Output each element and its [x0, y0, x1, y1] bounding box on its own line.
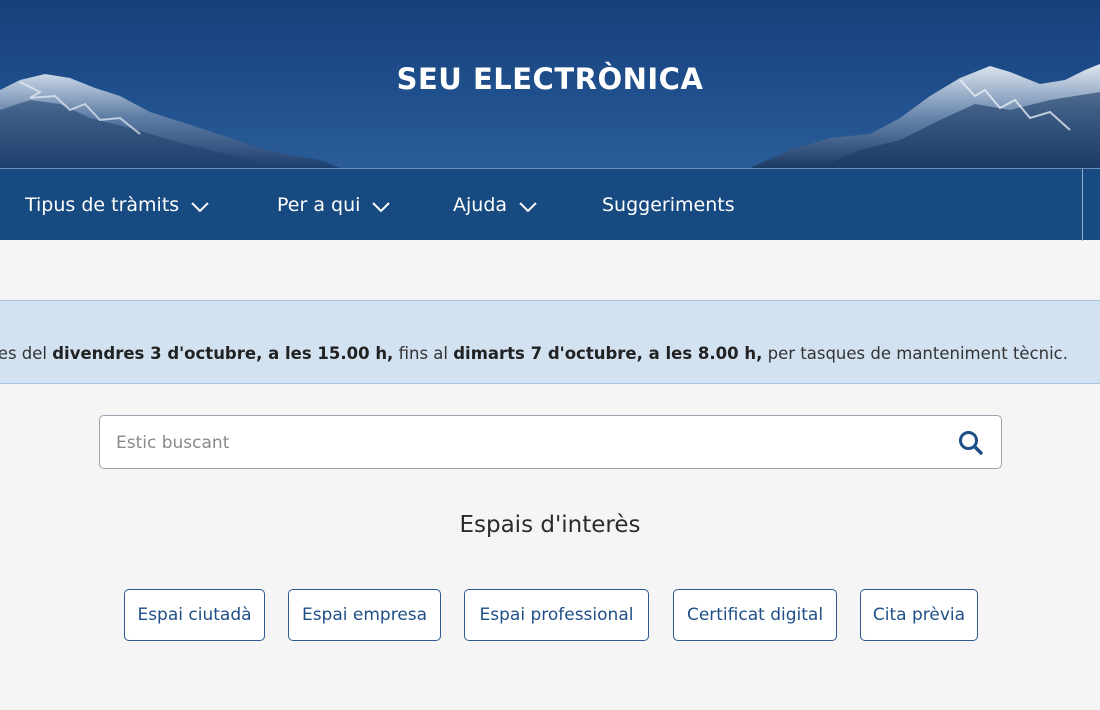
maintenance-notice: ble des del divendres 3 d'octubre, a les… [0, 300, 1100, 384]
main-navigation: Tipus de tràmits Per a qui Ajuda Suggeri… [0, 168, 1100, 241]
section-heading-espais: Espais d'interès [459, 512, 641, 538]
nav-item-label: Suggeriments [602, 194, 735, 216]
chevron-down-icon [519, 202, 537, 212]
nav-divider [1082, 169, 1083, 241]
notice-text-part: ble des del [0, 344, 47, 363]
notice-text: ble des del divendres 3 d'octubre, a les… [0, 344, 1068, 363]
notice-end-date: dimarts 7 d'octubre, a les 8.00 h, [453, 344, 763, 363]
certificat-digital-button[interactable]: Certificat digital [673, 589, 837, 641]
nav-item-suggeriments[interactable]: Suggeriments [602, 169, 735, 241]
search-input[interactable] [114, 416, 938, 470]
nav-item-per-a-qui[interactable]: Per a qui [277, 169, 391, 241]
nav-item-label: Per a qui [277, 194, 361, 216]
nav-item-ajuda[interactable]: Ajuda [453, 169, 537, 241]
search-icon[interactable] [957, 429, 985, 457]
nav-item-tipus-de-tramits[interactable]: Tipus de tràmits [25, 169, 209, 241]
notice-start-date: divendres 3 d'octubre, a les 15.00 h, [52, 344, 394, 363]
search-box [99, 415, 1002, 470]
nav-item-label: Tipus de tràmits [25, 194, 180, 216]
chevron-down-icon [372, 202, 391, 212]
nav-item-label: Ajuda [453, 194, 508, 216]
espai-ciutada-button[interactable]: Espai ciutadà [124, 589, 265, 641]
site-title: SEU ELECTRÒNICA [396, 62, 704, 96]
hero-banner: SEU ELECTRÒNICA [0, 0, 1100, 168]
notice-text-part: per tasques de manteniment tècnic. [762, 344, 1068, 363]
espai-professional-button[interactable]: Espai professional [464, 589, 649, 641]
notice-text-part: fins al [393, 344, 454, 363]
cita-previa-button[interactable]: Cita prèvia [860, 589, 978, 641]
chevron-down-icon [191, 202, 209, 212]
espai-empresa-button[interactable]: Espai empresa [288, 589, 441, 641]
